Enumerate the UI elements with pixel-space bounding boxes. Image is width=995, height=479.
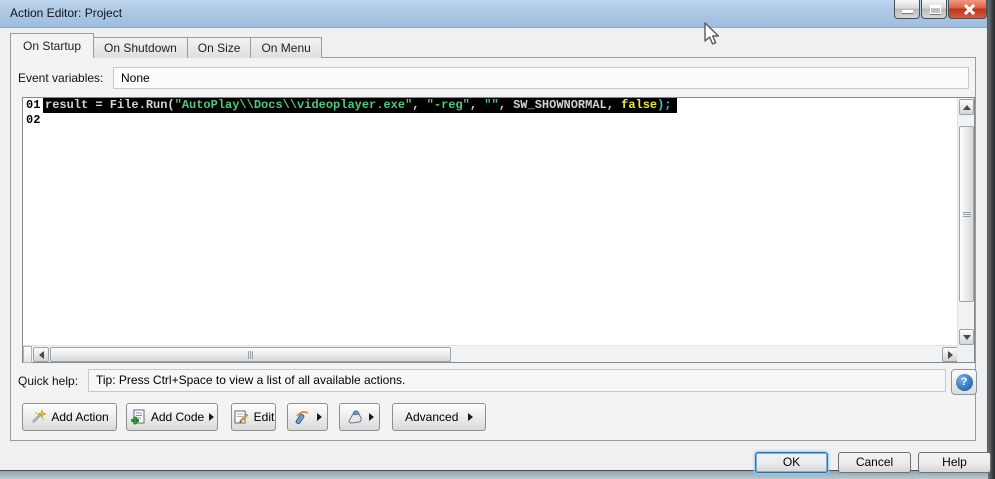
- line-number: 01: [23, 98, 43, 113]
- code-line-2[interactable]: 02: [23, 113, 957, 128]
- tab-on-size[interactable]: On Size: [187, 37, 252, 58]
- dropdown-arrow-icon: [468, 413, 473, 421]
- vertical-scroll-thumb[interactable]: [959, 126, 974, 302]
- scroll-down-button[interactable]: [959, 329, 974, 345]
- add-action-label: Add Action: [51, 410, 108, 424]
- code-segment-string: "AutoPlay\\Docs\\videoplayer.exe": [175, 98, 413, 112]
- minimize-icon: [902, 10, 913, 13]
- edit-document-icon: [233, 409, 249, 425]
- add-code-icon: [130, 409, 146, 425]
- code-area[interactable]: 01 result = File.Run("AutoPlay\\Docs\\vi…: [23, 98, 957, 345]
- arrow-up-icon: [963, 105, 971, 110]
- tab-on-menu[interactable]: On Menu: [250, 37, 321, 58]
- horizontal-scroll-thumb[interactable]: [50, 347, 451, 362]
- edit-button[interactable]: Edit: [231, 403, 276, 431]
- quick-help-label: Quick help:: [18, 374, 78, 388]
- event-variables-label: Event variables:: [18, 71, 103, 85]
- dropdown-arrow-icon: [369, 413, 374, 421]
- tab-strip: On Startup On Shutdown On Size On Menu: [10, 33, 322, 58]
- add-code-button[interactable]: Add Code: [126, 403, 218, 431]
- tab-on-shutdown[interactable]: On Shutdown: [93, 37, 188, 58]
- code-segment: , SW_SHOWNORMAL,: [499, 98, 621, 112]
- dropdown-arrow-icon: [209, 413, 214, 421]
- quick-help-text: Tip: Press Ctrl+Space to view a list of …: [88, 369, 946, 392]
- advanced-label: Advanced: [405, 410, 458, 424]
- close-button[interactable]: [948, 0, 987, 19]
- code-segment-string: "": [484, 98, 498, 112]
- scroll-left-button[interactable]: [33, 347, 49, 362]
- code-line-1[interactable]: 01 result = File.Run("AutoPlay\\Docs\\vi…: [23, 98, 957, 113]
- code-segment-string: "-reg": [427, 98, 470, 112]
- help-button[interactable]: Help: [918, 452, 991, 473]
- cancel-button[interactable]: Cancel: [838, 452, 911, 473]
- code-segment-punctuation: );: [657, 98, 671, 112]
- selected-code-text: result = File.Run("AutoPlay\\Docs\\video…: [43, 98, 677, 113]
- vertical-scrollbar[interactable]: [957, 98, 974, 346]
- edit-label: Edit: [254, 410, 275, 424]
- window-title: Action Editor: Project: [10, 0, 122, 26]
- context-help-button[interactable]: ?: [951, 369, 977, 395]
- advanced-button[interactable]: Advanced: [392, 403, 486, 431]
- pen-icon: [294, 409, 312, 425]
- code-segment: ,: [470, 98, 484, 112]
- arrow-down-icon: [963, 335, 971, 340]
- thumb-grip-icon: [248, 351, 253, 359]
- line-number: 02: [23, 113, 43, 128]
- mouse-cursor: [704, 22, 724, 48]
- titlebar[interactable]: Action Editor: Project: [0, 0, 987, 28]
- scrollbar-corner: [957, 345, 974, 362]
- action-editor-window: Action Editor: Project On Startup On Shu…: [0, 0, 988, 471]
- thumb-grip-icon: [963, 212, 971, 217]
- ok-button[interactable]: OK: [755, 452, 828, 473]
- screen-edge: [988, 0, 995, 479]
- minimize-button[interactable]: [894, 0, 920, 19]
- scroll-right-button[interactable]: [942, 347, 958, 362]
- event-variables-field[interactable]: None: [113, 67, 969, 89]
- horizontal-scrollbar[interactable]: [23, 345, 959, 362]
- maximize-icon: [930, 5, 941, 14]
- code-segment: ,: [412, 98, 426, 112]
- code-segment: result = File.Run(: [45, 98, 175, 112]
- add-action-button[interactable]: Add Action: [22, 403, 117, 431]
- h-scrollbar-splitter[interactable]: [23, 346, 32, 363]
- dropdown-arrow-icon: [317, 413, 322, 421]
- code-editor[interactable]: 01 result = File.Run("AutoPlay\\Docs\\vi…: [22, 97, 975, 363]
- question-icon: ?: [956, 374, 973, 391]
- close-icon: [963, 4, 974, 15]
- code-segment-keyword: false: [621, 98, 657, 112]
- arrow-left-icon: [39, 351, 44, 359]
- add-code-label: Add Code: [151, 410, 204, 424]
- arrow-right-icon: [948, 351, 953, 359]
- scroll-up-button[interactable]: [959, 99, 974, 115]
- pen-tool-button[interactable]: [287, 403, 328, 431]
- mouse-icon: [346, 409, 364, 425]
- mouse-tool-button[interactable]: [339, 403, 380, 431]
- tab-on-startup[interactable]: On Startup: [10, 33, 94, 58]
- magic-wand-icon: [30, 409, 46, 425]
- maximize-button[interactable]: [921, 0, 947, 19]
